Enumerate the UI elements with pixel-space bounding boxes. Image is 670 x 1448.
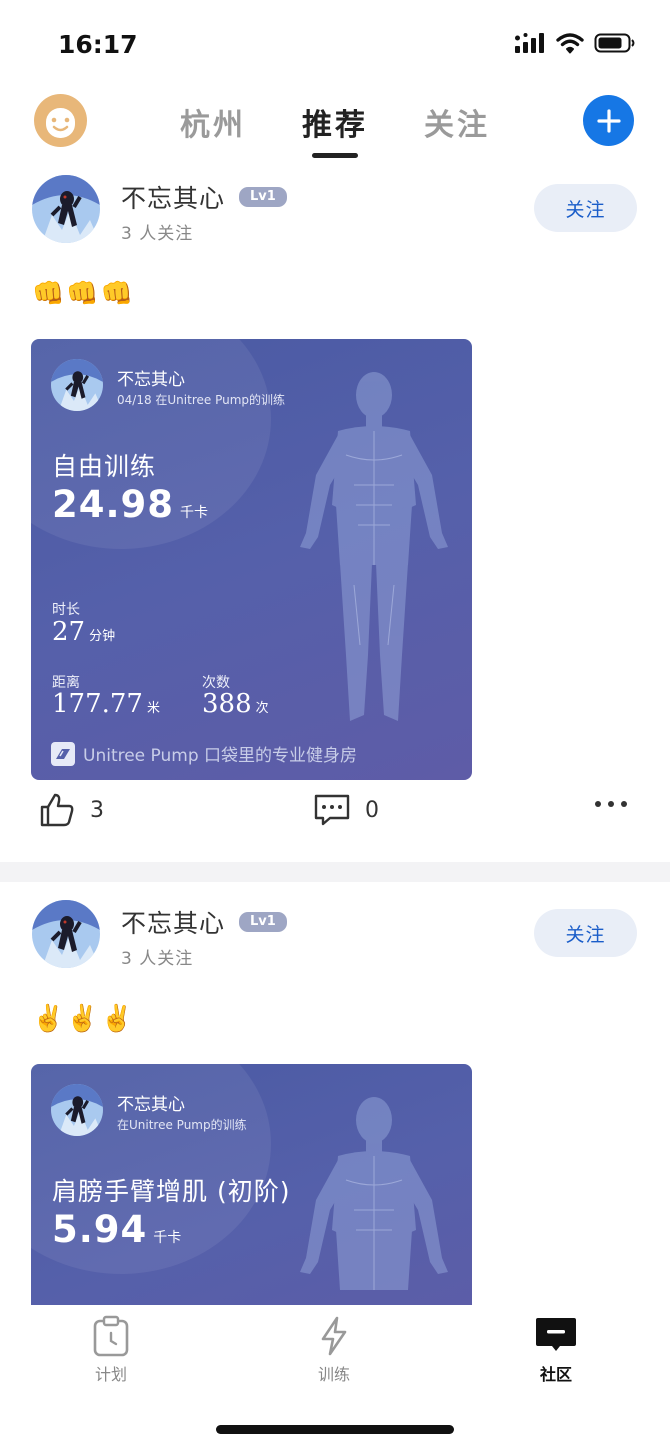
level-badge: Lv1 xyxy=(239,187,287,207)
bottom-tab-community[interactable]: 社区 xyxy=(496,1315,616,1385)
duration-value: 27 xyxy=(52,617,86,647)
follow-button[interactable]: 关注 xyxy=(534,184,637,232)
follower-count: 3 人关注 xyxy=(121,949,194,969)
bottom-tab-label: 计划 xyxy=(94,1365,127,1384)
add-post-button[interactable] xyxy=(583,95,634,146)
calories: 5.94 千卡 xyxy=(52,1208,181,1251)
chat-bubble-icon xyxy=(536,1318,576,1351)
post-user: 不忘其心 Lv1 xyxy=(121,179,287,215)
distance-unit: 米 xyxy=(146,701,160,716)
comment-icon xyxy=(314,794,350,826)
post-user: 不忘其心 Lv1 xyxy=(121,904,287,940)
bottom-tab-training[interactable]: 训练 xyxy=(274,1315,394,1385)
card-subtitle: 在Unitree Pump的训练 xyxy=(117,1118,247,1132)
follower-count: 3 人关注 xyxy=(121,224,194,244)
card-user-name: 不忘其心 xyxy=(117,1095,185,1115)
body-anatomy-figure xyxy=(300,1097,448,1290)
card-footer: Unitree Pump 口袋里的专业健身房 xyxy=(51,741,357,766)
post-text: 👊👊👊 xyxy=(32,279,136,309)
bottom-tab-plan[interactable]: 计划 xyxy=(51,1315,171,1385)
cellular-signal-icon xyxy=(515,33,544,53)
post-actions: 3 0 xyxy=(0,789,670,849)
user-avatar[interactable] xyxy=(32,175,100,243)
status-time: 16:17 xyxy=(58,30,138,59)
duration: 27 分钟 xyxy=(52,617,115,647)
more-options-button[interactable] xyxy=(594,799,628,809)
user-avatar-image xyxy=(32,175,100,243)
feed-post: 不忘其心 Lv1 3 人关注 关注 👊👊👊 不忘其心 04/18 在Unitre… xyxy=(0,175,670,865)
duration-unit: 分钟 xyxy=(89,629,116,644)
battery-icon xyxy=(594,33,635,53)
clipboard-clock-icon xyxy=(93,1315,129,1357)
comment-count: 0 xyxy=(365,797,379,823)
calories-unit: 千卡 xyxy=(180,505,209,521)
post-text: ✌️✌️✌️ xyxy=(32,1004,136,1034)
count: 388 次 xyxy=(202,689,269,719)
count-unit: 次 xyxy=(255,701,269,716)
workout-card[interactable]: 不忘其心 04/18 在Unitree Pump的训练 自由训练 24.98 千… xyxy=(31,339,472,780)
bottom-tab-bar: 计划 训练 社区 xyxy=(0,1305,670,1448)
card-user-name: 不忘其心 xyxy=(117,370,185,390)
body-anatomy-figure xyxy=(300,372,448,721)
comment-button[interactable]: 0 xyxy=(313,791,379,829)
card-avatar xyxy=(51,1084,103,1136)
more-dots-icon xyxy=(595,801,627,807)
tab-hangzhou[interactable]: 杭州 xyxy=(180,100,246,144)
workout-title: 肩膀手臂增肌 (初阶) xyxy=(52,1177,291,1206)
post-header: 不忘其心 Lv1 3 人关注 关注 xyxy=(0,175,670,255)
bottom-tab-label: 训练 xyxy=(317,1365,350,1384)
user-avatar[interactable] xyxy=(32,900,100,968)
card-footer-text: Unitree Pump 口袋里的专业健身房 xyxy=(83,746,358,766)
bottom-tab-label: 社区 xyxy=(539,1365,572,1384)
workout-title: 自由训练 xyxy=(52,452,157,481)
card-avatar xyxy=(51,359,103,411)
distance-value: 177.77 xyxy=(52,689,143,719)
home-indicator xyxy=(216,1425,454,1434)
tab-recommended[interactable]: 推荐 xyxy=(302,100,368,158)
user-avatar-image xyxy=(32,900,100,968)
post-header: 不忘其心 Lv1 3 人关注 关注 xyxy=(0,900,670,980)
user-name[interactable]: 不忘其心 xyxy=(121,904,225,940)
calories-value: 5.94 xyxy=(52,1208,148,1251)
unitree-logo-icon xyxy=(51,741,75,766)
wifi-icon xyxy=(556,33,584,54)
lightning-icon xyxy=(321,1316,347,1356)
feed-post: 不忘其心 Lv1 3 人关注 关注 ✌️✌️✌️ 不忘其心 在Unitree P… xyxy=(0,900,670,1305)
status-bar: 16:17 xyxy=(0,0,670,90)
tab-following[interactable]: 关注 xyxy=(424,100,490,144)
plus-icon xyxy=(596,108,621,133)
post-separator xyxy=(0,862,670,882)
calories: 24.98 千卡 xyxy=(52,483,208,526)
user-name[interactable]: 不忘其心 xyxy=(121,179,225,215)
level-badge: Lv1 xyxy=(239,912,287,932)
thumbs-up-icon xyxy=(40,793,74,827)
count-value: 388 xyxy=(202,689,252,719)
top-nav: 杭州 推荐 关注 xyxy=(0,92,670,158)
feed-tabs: 杭州 推荐 关注 xyxy=(0,100,670,158)
like-button[interactable]: 3 xyxy=(38,791,104,829)
distance: 177.77 米 xyxy=(52,689,160,719)
workout-card[interactable]: 不忘其心 在Unitree Pump的训练 肩膀手臂增肌 (初阶) 5.94 千… xyxy=(31,1064,472,1305)
duration-label: 时长 xyxy=(52,602,80,618)
status-icons xyxy=(514,32,636,54)
follow-button[interactable]: 关注 xyxy=(534,909,637,957)
like-count: 3 xyxy=(90,797,104,823)
calories-unit: 千卡 xyxy=(153,1230,182,1246)
card-subtitle: 04/18 在Unitree Pump的训练 xyxy=(117,393,286,407)
calories-value: 24.98 xyxy=(52,483,175,526)
